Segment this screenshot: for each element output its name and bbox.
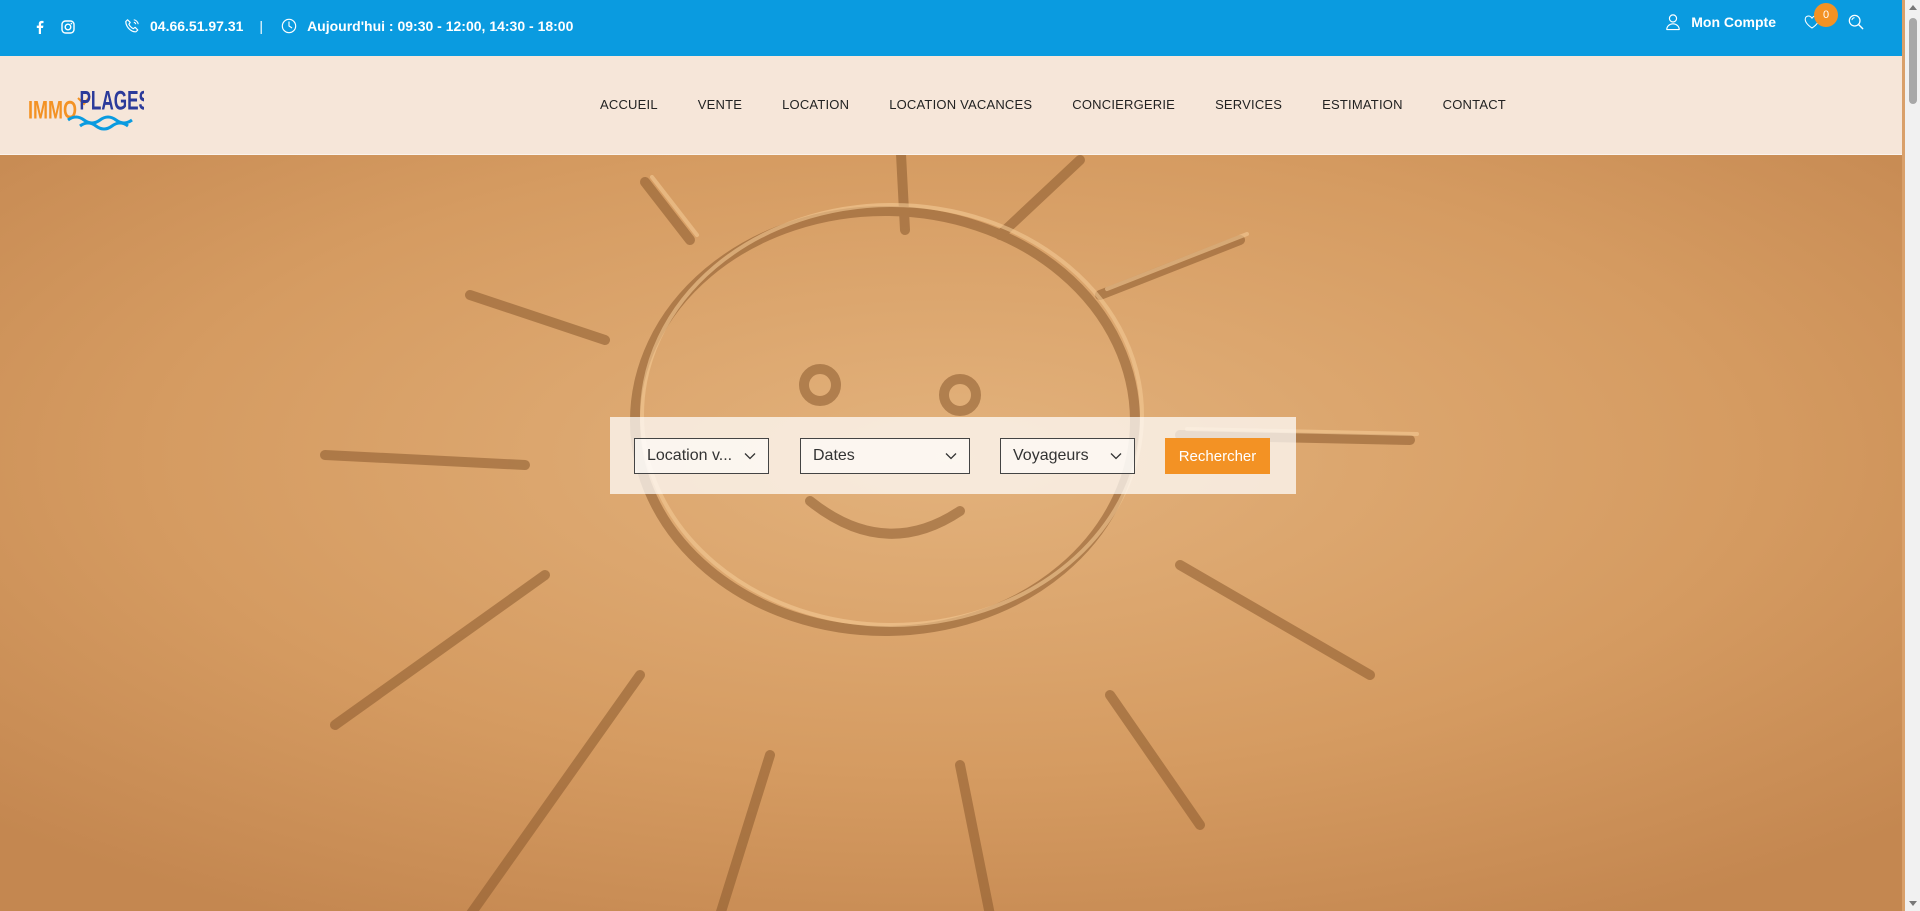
search-icon [1848,14,1864,30]
chevron-down-icon [945,453,957,460]
dates-select[interactable]: Dates [800,438,970,474]
site-logo[interactable]: IMMO PLAGES [28,76,150,132]
separator: | [259,18,264,34]
clock-icon [281,18,297,34]
phone-icon [124,18,140,34]
contact-info: 04.66.51.97.31 | Aujourd'hui : 09:30 - 1… [124,18,573,34]
account-label: Mon Compte [1691,14,1776,30]
favorites-button[interactable]: 0 [1804,3,1838,30]
topbar-actions: Mon Compte 0 [1665,3,1864,31]
search-submit-button[interactable]: Rechercher [1165,438,1270,474]
site-header: IMMO PLAGES ACCUEIL VENTE LOCATION LOCAT… [0,56,1902,155]
search-panel: Location v... Dates Voyageurs Rechercher [610,417,1296,494]
nav-item-estimation[interactable]: ESTIMATION [1322,97,1402,112]
svg-text:PLAGES: PLAGES [79,86,144,116]
facebook-icon[interactable] [32,19,48,35]
nav-item-accueil[interactable]: ACCUEIL [600,97,658,112]
phone-number[interactable]: 04.66.51.97.31 [150,18,243,34]
chevron-down-icon [1110,453,1122,460]
main-nav: ACCUEIL VENTE LOCATION LOCATION VACANCES… [600,97,1506,112]
dates-value: Dates [813,447,855,464]
nav-item-location-vacances[interactable]: LOCATION VACANCES [889,97,1032,112]
search-button[interactable] [1848,14,1864,30]
nav-item-location[interactable]: LOCATION [782,97,849,112]
nav-item-conciergerie[interactable]: CONCIERGERIE [1072,97,1175,112]
scroll-down-arrow-icon[interactable] [1909,901,1917,906]
page-scrollbar[interactable] [1905,0,1920,911]
nav-item-services[interactable]: SERVICES [1215,97,1282,112]
hero-banner: Location v... Dates Voyageurs Rechercher [0,155,1902,911]
social-links [32,19,76,35]
nav-item-contact[interactable]: CONTACT [1443,97,1506,112]
guests-select[interactable]: Voyageurs [1000,438,1135,474]
sun-drawing-in-sand [0,155,1902,911]
account-link[interactable]: Mon Compte [1665,14,1776,31]
guests-value: Voyageurs [1013,447,1089,464]
scroll-up-arrow-icon[interactable] [1909,5,1917,10]
opening-hours: Aujourd'hui : 09:30 - 12:00, 14:30 - 18:… [307,18,574,34]
scrollbar-thumb[interactable] [1909,18,1917,104]
property-type-value: Location v... [647,447,733,464]
favorites-count-badge: 0 [1814,3,1838,27]
user-icon [1665,14,1681,31]
property-type-select[interactable]: Location v... [634,438,769,474]
nav-item-vente[interactable]: VENTE [698,97,742,112]
chevron-down-icon [744,453,756,460]
instagram-icon[interactable] [60,19,76,35]
top-bar: 04.66.51.97.31 | Aujourd'hui : 09:30 - 1… [0,0,1902,56]
